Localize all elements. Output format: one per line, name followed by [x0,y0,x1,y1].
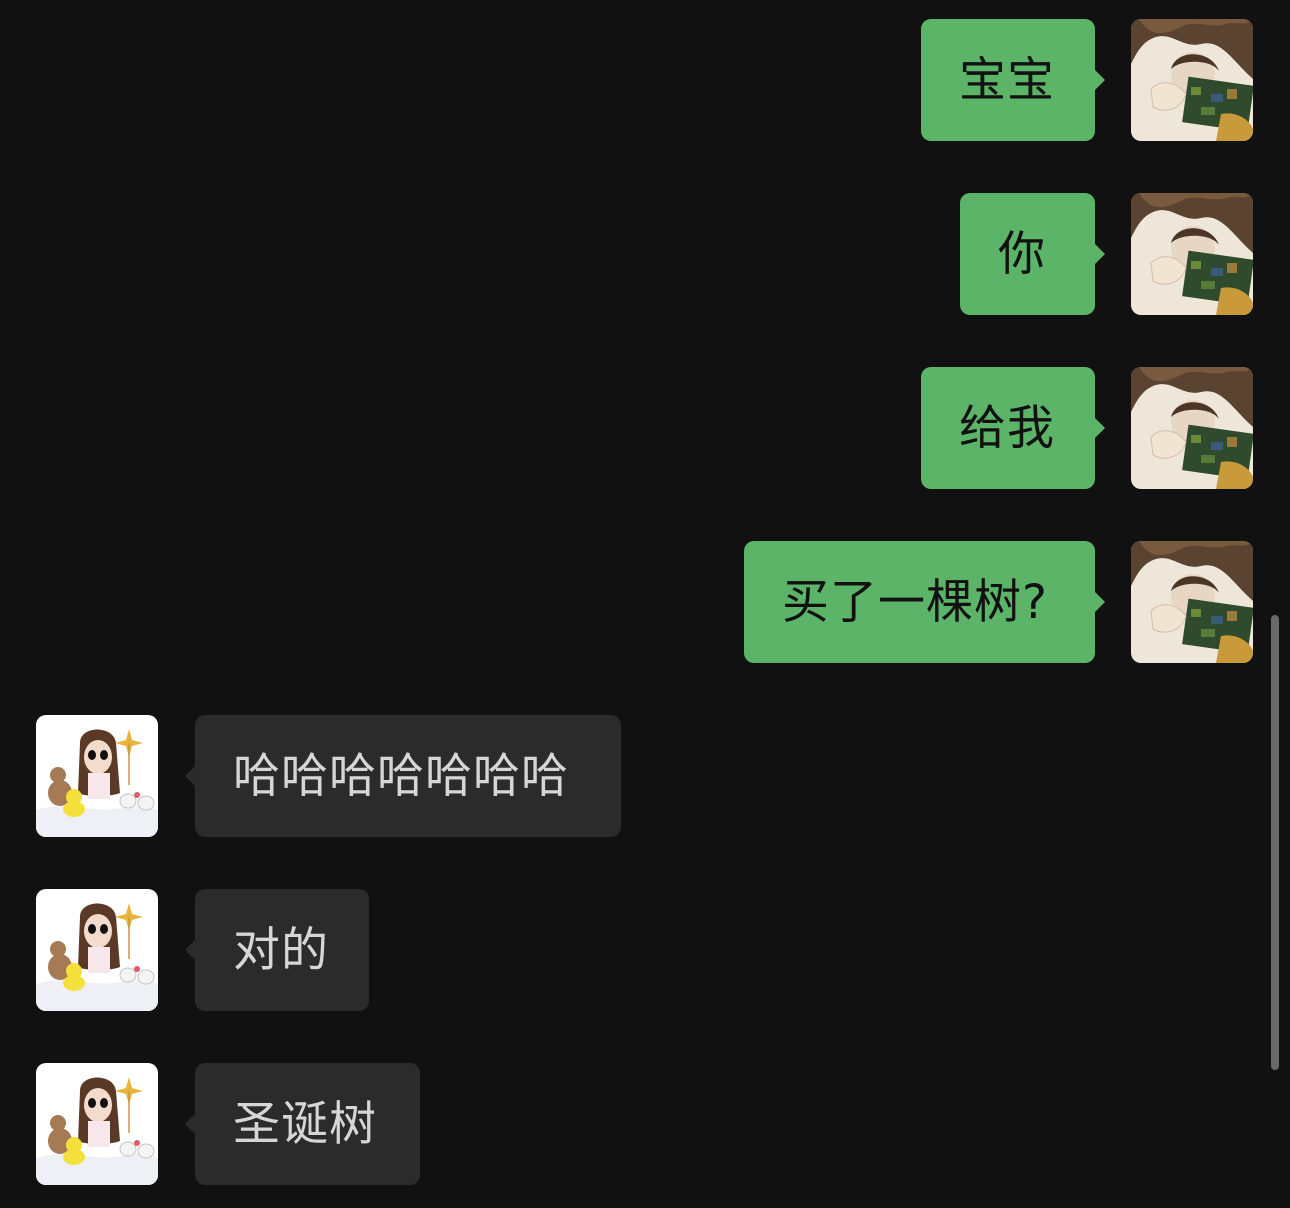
message-text: 圣诞树 [233,1096,377,1152]
bubble-tail [185,940,195,960]
message-row-sent: 给我 [921,367,1253,489]
bubble-tail [1095,418,1105,438]
contact-avatar-icon[interactable] [36,889,158,1011]
message-row-received: 对的 [36,889,369,1011]
message-row-sent: 宝宝 [921,19,1253,141]
message-bubble-sent[interactable]: 你 [960,193,1105,315]
message-row-received: 哈哈哈哈哈哈哈 [36,715,621,837]
message-text: 给我 [959,400,1055,456]
message-bubble-sent[interactable]: 给我 [921,367,1105,489]
message-bubble-sent[interactable]: 买了一棵树? [744,541,1105,663]
message-text: 宝宝 [959,52,1055,108]
message-bubble-sent[interactable]: 宝宝 [921,19,1105,141]
bubble-tail [1095,70,1105,90]
message-text: 对的 [233,922,329,978]
self-avatar-icon[interactable] [1131,19,1253,141]
message-text: 你 [998,226,1046,282]
message-row-received: 圣诞树 [36,1063,420,1185]
bubble-tail [185,766,195,786]
message-bubble-received[interactable]: 对的 [185,889,369,1011]
message-row-sent: 买了一棵树? [744,541,1253,663]
contact-avatar-icon[interactable] [36,1063,158,1185]
self-avatar-icon[interactable] [1131,193,1253,315]
message-bubble-received[interactable]: 圣诞树 [185,1063,420,1185]
self-avatar-icon[interactable] [1131,541,1253,663]
self-avatar-icon[interactable] [1131,367,1253,489]
scrollbar[interactable] [1271,615,1279,1070]
bubble-tail [185,1114,195,1134]
message-text: 哈哈哈哈哈哈哈 [233,748,569,804]
bubble-tail [1095,244,1105,264]
contact-avatar-icon[interactable] [36,715,158,837]
bubble-tail [1095,592,1105,612]
message-text: 买了一棵树? [782,574,1048,630]
message-row-sent: 你 [960,193,1253,315]
chat-message-list[interactable]: 宝宝 你 给我 买了一棵树? 哈哈哈哈哈哈哈 对的 圣诞树 [0,0,1290,1208]
message-bubble-received[interactable]: 哈哈哈哈哈哈哈 [185,715,621,837]
